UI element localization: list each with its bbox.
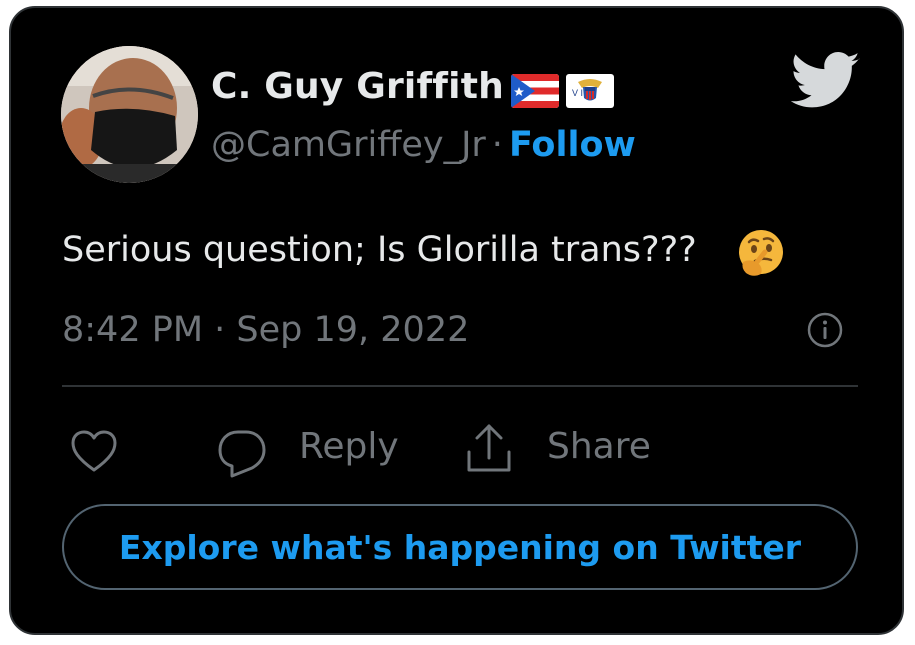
us-virgin-islands-flag: V I <box>566 74 614 108</box>
tweet-card: C. Guy Griffith V I @CamGriffey_Jr · Follo… <box>9 6 904 635</box>
flag-vi-text: V I <box>572 88 583 98</box>
reply-icon[interactable] <box>216 428 268 478</box>
share-icon[interactable] <box>463 422 515 476</box>
share-button[interactable]: Share <box>547 426 651 467</box>
divider <box>62 385 858 387</box>
handle-row: @CamGriffey_Jr · Follow <box>211 125 636 165</box>
explore-twitter-button[interactable]: Explore what's happening on Twitter <box>62 504 858 590</box>
avatar[interactable] <box>61 46 198 183</box>
author-name[interactable]: C. Guy Griffith <box>211 66 504 107</box>
follow-button[interactable]: Follow <box>509 125 636 165</box>
reply-button[interactable]: Reply <box>299 426 399 467</box>
author-handle[interactable]: @CamGriffey_Jr <box>211 125 486 165</box>
puerto-rico-flag <box>511 74 559 108</box>
tweet-text: Serious question; Is Glorilla trans??? <box>62 230 697 270</box>
separator-dot: · <box>491 125 503 165</box>
tweet-timestamp[interactable]: 8:42 PM · Sep 19, 2022 <box>62 310 469 350</box>
twitter-bird-icon[interactable] <box>790 52 861 110</box>
explore-twitter-label: Explore what's happening on Twitter <box>118 527 802 567</box>
thinking-face-emoji <box>735 228 787 280</box>
heart-icon[interactable] <box>69 428 119 476</box>
info-icon[interactable] <box>806 311 844 349</box>
